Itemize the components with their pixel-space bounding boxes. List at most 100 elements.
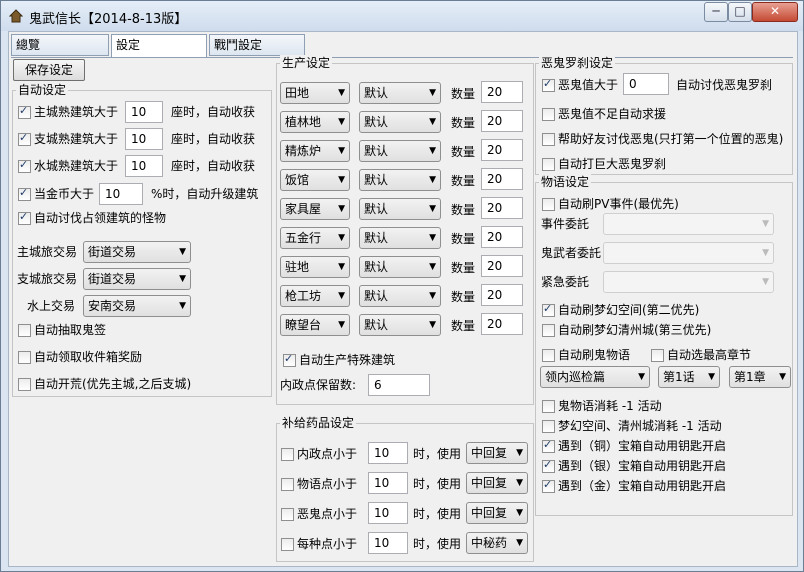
harvest-count-input[interactable]: 10 — [125, 128, 163, 150]
dropdown-value: 中回复 — [471, 476, 508, 490]
mode-select[interactable]: 默认 ▼ — [359, 111, 441, 133]
potion-item-select[interactable]: 中秘药 ▼ — [466, 532, 528, 554]
story-tail-4-label: 遇到（金）宝箱自动用钥匙开启 — [558, 479, 727, 493]
qty-label: 数量 — [451, 232, 476, 246]
building-select[interactable]: 家具屋 ▼ — [280, 198, 350, 220]
qty-input[interactable]: 20 — [481, 110, 523, 132]
building-select[interactable]: 瞭望台 ▼ — [280, 314, 350, 336]
auto-harvest-0-checkbox[interactable] — [18, 104, 31, 119]
qty-input[interactable]: 20 — [481, 313, 523, 335]
building-select[interactable]: 五金行 ▼ — [280, 227, 350, 249]
trade-select[interactable]: 街道交易 ▼ — [83, 241, 191, 263]
qty-input[interactable]: 20 — [481, 255, 523, 277]
gold-suffix: %时，自动升级建筑 — [151, 187, 259, 201]
save-button[interactable]: 保存设定 — [13, 59, 85, 81]
dream-castle-checkbox[interactable] — [542, 324, 555, 337]
close-button[interactable]: ✕ — [752, 2, 798, 22]
commission-select[interactable]: ▼ — [603, 271, 774, 293]
mode-select[interactable]: 默认 ▼ — [359, 198, 441, 220]
dropdown-value: 街道交易 — [88, 272, 137, 286]
left-check-0-checkbox[interactable] — [18, 324, 31, 337]
dropdown-value: 枪工坊 — [285, 289, 322, 303]
dropdown-value: 第1章 — [734, 370, 766, 384]
dream-castle-label: 自动刷梦幻清州城(第三优先) — [558, 323, 712, 337]
trade-select[interactable]: 街道交易 ▼ — [83, 268, 191, 290]
potion-3-checkbox[interactable] — [281, 538, 294, 551]
story-tail-2-checkbox[interactable] — [542, 438, 555, 453]
qty-input[interactable]: 20 — [481, 226, 523, 248]
potion-item-select[interactable]: 中回复 ▼ — [466, 442, 528, 464]
harvest-count-input[interactable]: 10 — [125, 101, 163, 123]
episode-select[interactable]: 第1话 ▼ — [658, 366, 720, 388]
qty-label: 数量 — [451, 319, 476, 333]
mode-select[interactable]: 默认 ▼ — [359, 285, 441, 307]
left-check-1-checkbox[interactable] — [18, 351, 31, 364]
demon-opt-2-checkbox[interactable] — [542, 133, 555, 146]
mode-select[interactable]: 默认 ▼ — [359, 314, 441, 336]
tab-battle-settings[interactable]: 戰鬥設定 — [209, 34, 305, 56]
tab-overview[interactable]: 總覽 — [11, 34, 109, 56]
demon-value-input[interactable]: 0 — [623, 73, 669, 95]
potion-item-select[interactable]: 中回复 ▼ — [466, 502, 528, 524]
qty-input[interactable]: 20 — [481, 284, 523, 306]
special-build-checkbox[interactable] — [283, 352, 296, 367]
dropdown-value: 饭馆 — [285, 173, 310, 187]
story-pv-checkbox[interactable] — [542, 198, 555, 211]
chapter-select[interactable]: 第1章 ▼ — [729, 366, 791, 388]
auto-harvest-1-checkbox[interactable] — [18, 131, 31, 146]
maximize-button[interactable]: □ — [728, 2, 752, 22]
qty-input[interactable]: 20 — [481, 81, 523, 103]
qty-input[interactable]: 20 — [481, 139, 523, 161]
mode-select[interactable]: 默认 ▼ — [359, 256, 441, 278]
potion-mid-label: 时，使用 — [413, 537, 462, 551]
qty-input[interactable]: 20 — [481, 168, 523, 190]
reserve-input[interactable]: 6 — [368, 374, 430, 396]
potion-threshold-input[interactable]: 10 — [368, 442, 408, 464]
dropdown-value: 家具屋 — [285, 202, 322, 216]
commission-select[interactable]: ▼ — [603, 242, 774, 264]
highest-chapter-checkbox[interactable] — [651, 349, 664, 362]
building-select[interactable]: 驻地 ▼ — [280, 256, 350, 278]
harvest-count-input[interactable]: 10 — [125, 155, 163, 177]
gold-percent-input[interactable]: 10 — [99, 183, 143, 205]
ghost-story-checkbox[interactable] — [542, 349, 555, 362]
trade-select[interactable]: 安南交易 ▼ — [83, 295, 191, 317]
story-tail-3-checkbox[interactable] — [542, 458, 555, 473]
mode-select[interactable]: 默认 ▼ — [359, 140, 441, 162]
dream-space-label: 自动刷梦幻空间(第二优先) — [558, 303, 700, 317]
commission-label: 紧急委託 — [541, 275, 590, 289]
mode-select[interactable]: 默认 ▼ — [359, 227, 441, 249]
potion-threshold-input[interactable]: 10 — [368, 532, 408, 554]
mode-select[interactable]: 默认 ▼ — [359, 169, 441, 191]
story-arc-select[interactable]: 领内巡检篇 ▼ — [540, 366, 650, 388]
potion-threshold-input[interactable]: 10 — [368, 472, 408, 494]
building-select[interactable]: 田地 ▼ — [280, 82, 350, 104]
potion-threshold-input[interactable]: 10 — [368, 502, 408, 524]
dream-space-checkbox[interactable] — [542, 302, 555, 317]
potion-item-select[interactable]: 中回复 ▼ — [466, 472, 528, 494]
story-tail-0-checkbox[interactable] — [542, 400, 555, 413]
chevron-down-icon: ▼ — [429, 117, 436, 127]
demon-opt-1-checkbox[interactable] — [542, 108, 555, 121]
minimize-button[interactable]: ─ — [704, 2, 728, 22]
demon-value-checkbox[interactable] — [542, 77, 555, 92]
auto-monster-checkbox[interactable] — [18, 210, 31, 225]
mode-select[interactable]: 默认 ▼ — [359, 82, 441, 104]
demon-opt-3-checkbox[interactable] — [542, 158, 555, 171]
auto-harvest-2-checkbox[interactable] — [18, 158, 31, 173]
commission-select[interactable]: ▼ — [603, 213, 774, 235]
story-tail-4-checkbox[interactable] — [542, 478, 555, 493]
building-select[interactable]: 枪工坊 ▼ — [280, 285, 350, 307]
gold-upgrade-checkbox[interactable] — [18, 186, 31, 201]
story-tail-1-checkbox[interactable] — [542, 420, 555, 433]
potion-2-checkbox[interactable] — [281, 508, 294, 521]
trade-label: 支城旅交易 — [17, 272, 78, 286]
building-select[interactable]: 精炼炉 ▼ — [280, 140, 350, 162]
building-select[interactable]: 植林地 ▼ — [280, 111, 350, 133]
qty-input[interactable]: 20 — [481, 197, 523, 219]
potion-0-checkbox[interactable] — [281, 448, 294, 461]
dropdown-value: 精炼炉 — [285, 144, 322, 158]
potion-1-checkbox[interactable] — [281, 478, 294, 491]
left-check-2-checkbox[interactable] — [18, 378, 31, 391]
building-select[interactable]: 饭馆 ▼ — [280, 169, 350, 191]
